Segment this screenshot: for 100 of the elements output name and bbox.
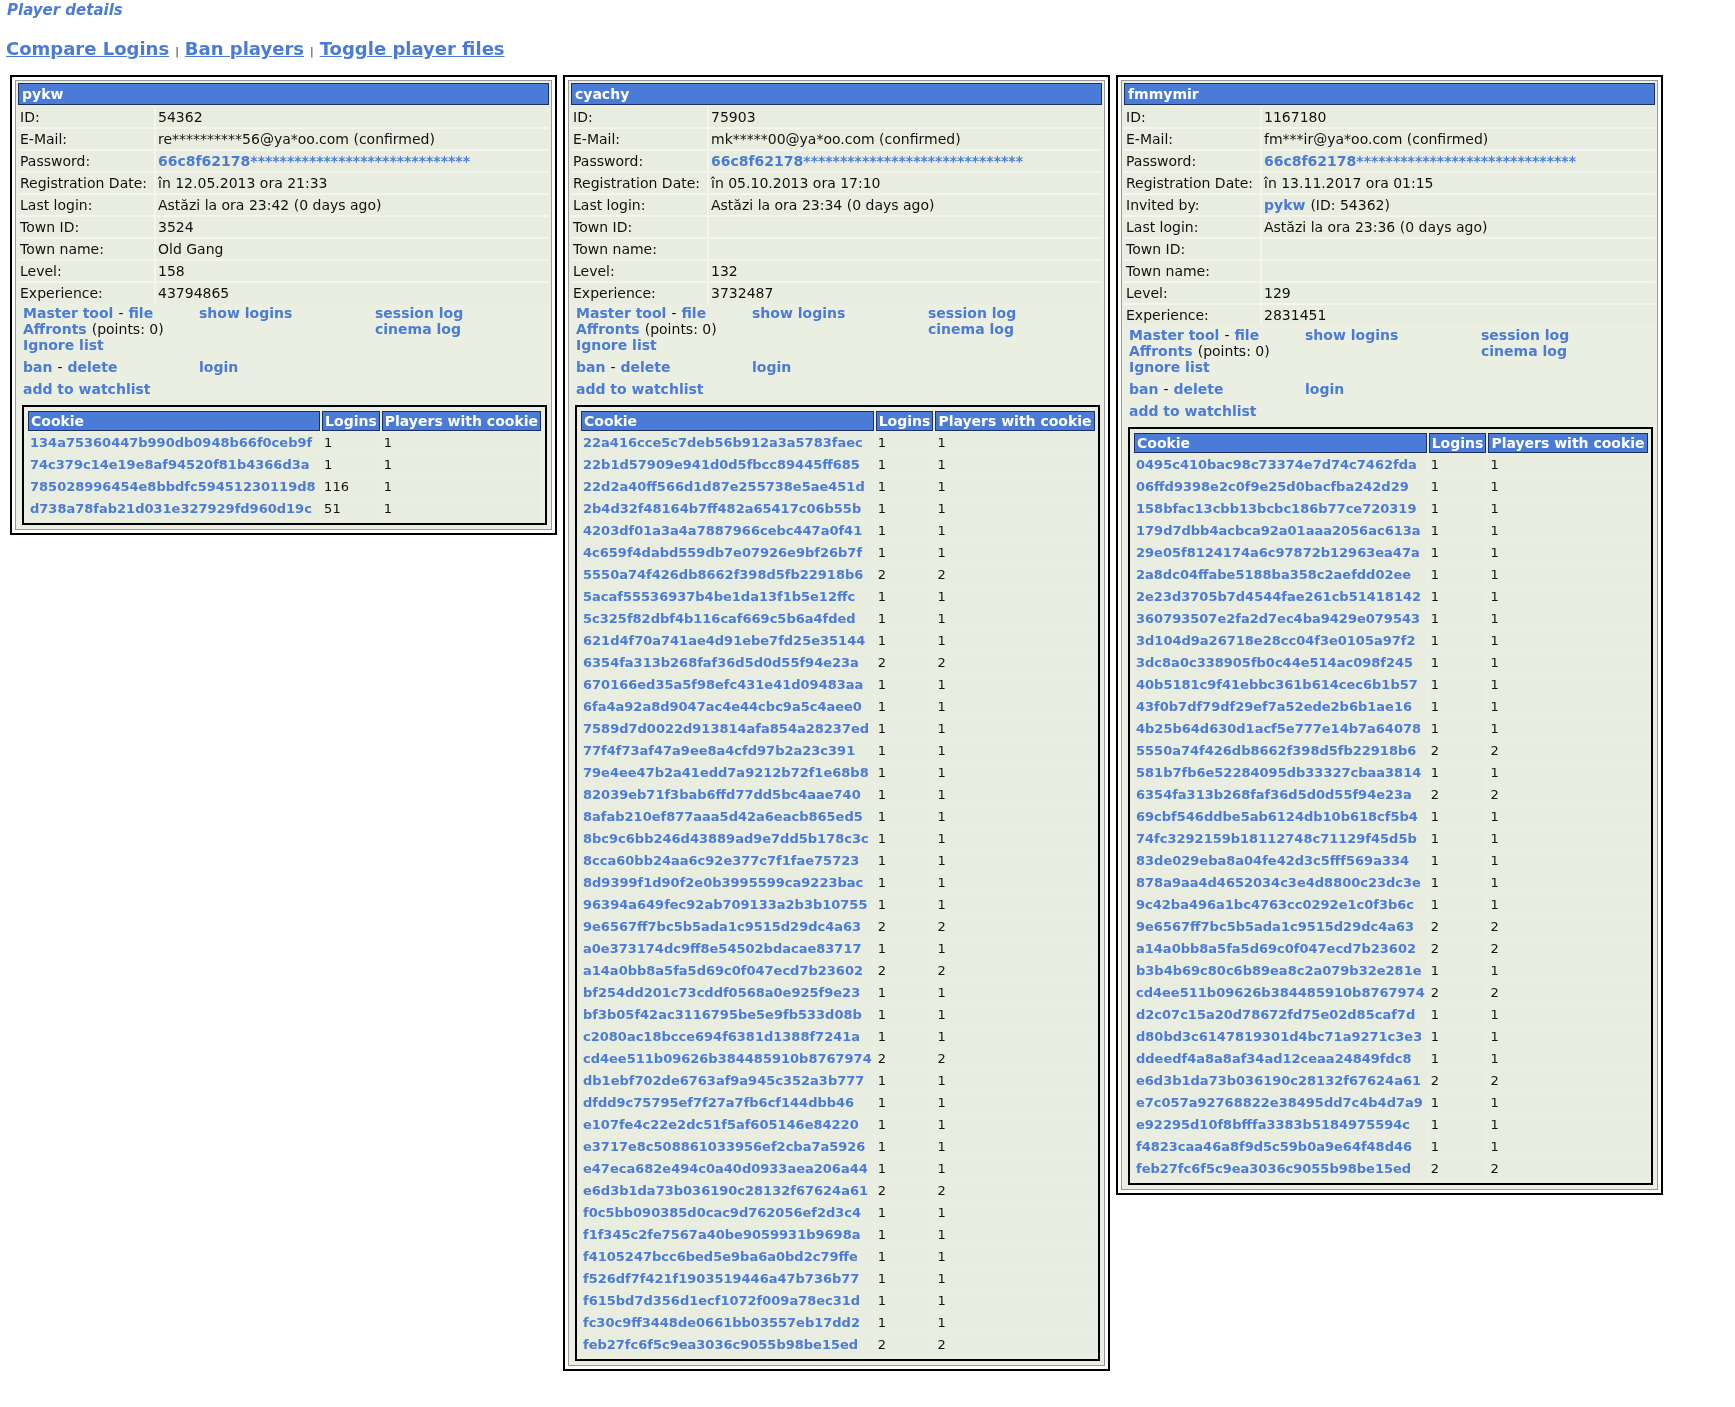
action-link[interactable]: Affronts: [23, 321, 87, 337]
cookie-link[interactable]: 22a416cce5c7deb56b912a3a5783faec: [583, 435, 863, 450]
cookie-link[interactable]: 179d7dbb4acbca92a01aaa2056ac613a: [1136, 523, 1421, 538]
cookie-link[interactable]: e7c057a92768822e38495dd7c4b4d7a9: [1136, 1095, 1423, 1110]
cookie-link[interactable]: 5550a74f426db8662f398d5fb22918b6: [583, 567, 864, 582]
cookie-link[interactable]: 9e6567ff7bc5b5ada1c9515d29dc4a63: [1136, 919, 1415, 934]
cookie-link[interactable]: 77f4f73af47a9ee8a4cfd97b2a23c391: [583, 743, 856, 758]
cookie-link[interactable]: e47eca682e494c0a40d0933aea206a44: [583, 1161, 868, 1176]
action-link[interactable]: add to watchlist: [1129, 403, 1257, 419]
cookie-link[interactable]: 2e23d3705b7d4544fae261cb51418142: [1136, 589, 1422, 604]
cookie-link[interactable]: e6d3b1da73b036190c28132f67624a61: [1136, 1073, 1421, 1088]
cookie-link[interactable]: 96394a649fec92ab709133a2b3b10755: [583, 897, 868, 912]
cookie-link[interactable]: e92295d10f8bfffa3383b5184975594c: [1136, 1117, 1411, 1132]
cookie-link[interactable]: 2b4d32f48164b7ff482a65417c06b55b: [583, 501, 862, 516]
cookie-link[interactable]: c2080ac18bcce694f6381d1388f7241a: [583, 1029, 861, 1044]
action-link[interactable]: ban: [576, 359, 606, 375]
action-link[interactable]: session log: [1481, 327, 1570, 343]
action-link[interactable]: show logins: [199, 305, 293, 321]
nav-link[interactable]: Ban players: [184, 38, 304, 59]
cookie-link[interactable]: bf3b05f42ac3116795be5e9fb533d08b: [583, 1007, 862, 1022]
action-link[interactable]: delete: [620, 359, 671, 375]
field-link[interactable]: 66c8f62178******************************: [711, 152, 1023, 170]
cookie-link[interactable]: 22b1d57909e941d0d5fbcc89445ff685: [583, 457, 860, 472]
cookie-link[interactable]: 40b5181c9f41ebbc361b614cec6b1b57: [1136, 677, 1418, 692]
cookie-link[interactable]: 9e6567ff7bc5b5ada1c9515d29dc4a63: [583, 919, 862, 934]
action-link[interactable]: file: [1234, 327, 1260, 343]
action-link[interactable]: ban: [1129, 381, 1159, 397]
cookie-link[interactable]: 581b7fb6e52284095db33327cbaa3814: [1136, 765, 1422, 780]
cookie-link[interactable]: 83de029eba8a04fe42d3c5fff569a334: [1136, 853, 1410, 868]
cookie-link[interactable]: 6354fa313b268faf36d5d0d55f94e23a: [583, 655, 859, 670]
cookie-link[interactable]: a0e373174dc9ff8e54502bdacae83717: [583, 941, 862, 956]
action-link[interactable]: cinema log: [928, 321, 1014, 337]
action-link[interactable]: file: [128, 305, 154, 321]
cookie-link[interactable]: f526df7f421f1903519446a47b736b77: [583, 1271, 860, 1286]
action-link[interactable]: Ignore list: [576, 337, 657, 353]
cookie-link[interactable]: f615bd7d356d1ecf1072f009a78ec31d: [583, 1293, 861, 1308]
cookie-link[interactable]: 4203df01a3a4a7887966cebc447a0f41: [583, 523, 863, 538]
cookie-link[interactable]: 6354fa313b268faf36d5d0d55f94e23a: [1136, 787, 1412, 802]
cookie-link[interactable]: 9c42ba496a1bc4763cc0292e1c0f3b6c: [1136, 897, 1415, 912]
cookie-link[interactable]: 6fa4a92a8d9047ac4e44cbc9a5c4aee0: [583, 699, 862, 714]
action-link[interactable]: Ignore list: [1129, 359, 1210, 375]
action-link[interactable]: login: [1305, 381, 1345, 397]
cookie-link[interactable]: 360793507e2fa2d7ec4ba9429e079543: [1136, 611, 1420, 626]
cookie-link[interactable]: 29e05f8124174a6c97872b12963ea47a: [1136, 545, 1420, 560]
cookie-link[interactable]: 8cca60bb24aa6c92e377c7f1fae75723: [583, 853, 860, 868]
cookie-link[interactable]: d80bd3c6147819301d4bc71a9271c3e3: [1136, 1029, 1423, 1044]
cookie-link[interactable]: ddeedf4a8a8af34ad12ceaa24849fdc8: [1136, 1051, 1412, 1066]
field-link[interactable]: 66c8f62178******************************: [1264, 152, 1576, 170]
action-link[interactable]: show logins: [752, 305, 846, 321]
nav-link[interactable]: Toggle player files: [319, 38, 505, 59]
cookie-link[interactable]: 3d104d9a26718e28cc04f3e0105a97f2: [1136, 633, 1416, 648]
cookie-link[interactable]: 79e4ee47b2a41edd7a9212b72f1e68b8: [583, 765, 869, 780]
action-link[interactable]: delete: [67, 359, 118, 375]
action-link[interactable]: Master tool: [23, 305, 114, 321]
cookie-link[interactable]: d738a78fab21d031e327929fd960d19c: [30, 501, 312, 516]
cookie-link[interactable]: 0495c410bac98c73374e7d74c7462fda: [1136, 457, 1417, 472]
action-link[interactable]: session log: [928, 305, 1017, 321]
cookie-link[interactable]: 621d4f70a741ae4d91ebe7fd25e35144: [583, 633, 866, 648]
action-link[interactable]: Affronts: [576, 321, 640, 337]
action-link[interactable]: add to watchlist: [576, 381, 704, 397]
cookie-link[interactable]: 3dc8a0c338905fb0c44e514ac098f245: [1136, 655, 1414, 670]
cookie-link[interactable]: 82039eb71f3bab6ffd77dd5bc4aae740: [583, 787, 861, 802]
cookie-link[interactable]: 06ffd9398e2c0f9e25d0bacfba242d29: [1136, 479, 1409, 494]
action-link[interactable]: cinema log: [375, 321, 461, 337]
cookie-link[interactable]: fc30c9ff3448de0661bb03557eb17dd2: [583, 1315, 860, 1330]
action-link[interactable]: delete: [1173, 381, 1224, 397]
action-link[interactable]: add to watchlist: [23, 381, 151, 397]
cookie-link[interactable]: feb27fc6f5c9ea3036c9055b98be15ed: [1136, 1161, 1412, 1176]
cookie-link[interactable]: 4b25b64d630d1acf5e777e14b7a64078: [1136, 721, 1422, 736]
cookie-link[interactable]: 5acaf55536937b4be1da13f1b5e12ffc: [583, 589, 856, 604]
action-link[interactable]: Master tool: [576, 305, 667, 321]
cookie-link[interactable]: cd4ee511b09626b384485910b8767974: [583, 1051, 872, 1066]
cookie-link[interactable]: cd4ee511b09626b384485910b8767974: [1136, 985, 1425, 1000]
action-link[interactable]: show logins: [1305, 327, 1399, 343]
action-link[interactable]: ban: [23, 359, 53, 375]
cookie-link[interactable]: a14a0bb8a5fa5d69c0f047ecd7b23602: [583, 963, 863, 978]
field-link[interactable]: 66c8f62178******************************: [158, 152, 470, 170]
cookie-link[interactable]: 7589d7d0022d913814afa854a28237ed: [583, 721, 870, 736]
action-link[interactable]: session log: [375, 305, 464, 321]
cookie-link[interactable]: 74fc3292159b18112748c71129f45d5b: [1136, 831, 1417, 846]
cookie-link[interactable]: e107fe4c22e2dc51f5af605146e84220: [583, 1117, 859, 1132]
cookie-link[interactable]: 74c379c14e19e8af94520f81b4366d3a: [30, 457, 310, 472]
action-link[interactable]: cinema log: [1481, 343, 1567, 359]
cookie-link[interactable]: f4823caa46a8f9d5c59b0a9e64f48d46: [1136, 1139, 1413, 1154]
cookie-link[interactable]: f1f345c2fe7567a40be9059931b9698a: [583, 1227, 861, 1242]
cookie-link[interactable]: 670166ed35a5f98efc431e41d09483aa: [583, 677, 864, 692]
cookie-link[interactable]: e6d3b1da73b036190c28132f67624a61: [583, 1183, 868, 1198]
cookie-link[interactable]: dfdd9c75795ef7f27a7fb6cf144dbb46: [583, 1095, 855, 1110]
nav-link[interactable]: Compare Logins: [6, 38, 170, 59]
action-link[interactable]: login: [199, 359, 239, 375]
cookie-link[interactable]: feb27fc6f5c9ea3036c9055b98be15ed: [583, 1337, 859, 1352]
action-link[interactable]: Ignore list: [23, 337, 104, 353]
field-link[interactable]: pykw: [1264, 196, 1306, 214]
cookie-link[interactable]: f4105247bcc6bed5e9ba6a0bd2c79ffe: [583, 1249, 858, 1264]
cookie-link[interactable]: 22d2a40ff566d1d87e255738e5ae451d: [583, 479, 865, 494]
cookie-link[interactable]: 158bfac13cbb13bcbc186b77ce720319: [1136, 501, 1417, 516]
action-link[interactable]: Master tool: [1129, 327, 1220, 343]
cookie-link[interactable]: 4c659f4dabd559db7e07926e9bf26b7f: [583, 545, 863, 560]
action-link[interactable]: login: [752, 359, 792, 375]
cookie-link[interactable]: 5c325f82dbf4b116caf669c5b6a4fded: [583, 611, 856, 626]
